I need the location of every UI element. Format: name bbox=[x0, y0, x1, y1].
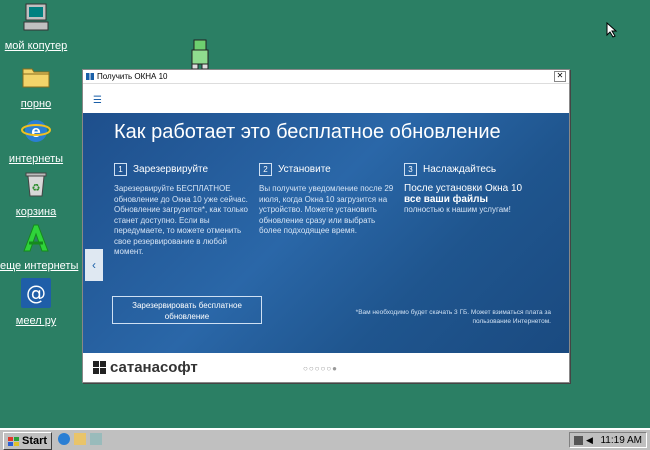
step-install: 2 Установите Вы получите уведомление посл… bbox=[259, 163, 399, 237]
mouse-cursor-icon bbox=[606, 21, 618, 43]
alt-browser-icon bbox=[20, 222, 52, 254]
desktop-icon-mail[interactable]: @ меел ру bbox=[0, 277, 72, 329]
brand-logo-icon bbox=[93, 361, 106, 374]
windows-logo-icon bbox=[86, 73, 94, 80]
chevron-left-icon[interactable]: ‹ bbox=[85, 249, 103, 281]
start-label: Start bbox=[22, 435, 48, 447]
quick-launch bbox=[58, 433, 102, 445]
taskbar: Start ◀ 11:19 AM bbox=[0, 428, 650, 450]
start-button[interactable]: Start bbox=[3, 432, 53, 450]
step-reserve: 1 Зарезервируйте Зарезервируйте БЕСПЛАТНО… bbox=[114, 163, 254, 258]
volume-icon[interactable]: ◀ bbox=[586, 436, 593, 445]
desktop-icon-recycle-bin[interactable]: ♻ корзина bbox=[0, 168, 72, 220]
step-heading: 3 Наслаждайтесь bbox=[404, 163, 544, 176]
system-tray: ◀ 11:19 AM bbox=[569, 432, 647, 448]
menu-icon[interactable]: ☰ bbox=[93, 95, 102, 106]
footnote: *Вам необходимо будет скачать 3 ГБ. Може… bbox=[355, 309, 551, 325]
hero-panel: Как работает это бесплатное обновление 1… bbox=[83, 113, 569, 353]
desktop-icon-label: мой копутер bbox=[4, 40, 68, 52]
svg-text:@: @ bbox=[26, 281, 46, 305]
internet-explorer-icon: e bbox=[20, 115, 52, 147]
mail-at-icon: @ bbox=[20, 277, 52, 309]
step-heading: 1 Зарезервируйте bbox=[114, 163, 254, 176]
desktop-icon-alt-browser[interactable]: еще интернеты bbox=[0, 222, 78, 274]
brand-name: сатанасофт bbox=[110, 359, 198, 376]
windows-flag-icon bbox=[8, 436, 19, 446]
step-enjoy: 3 Наслаждайтесь После установки Окна 10 в… bbox=[404, 163, 544, 216]
computer-icon bbox=[20, 2, 52, 34]
outlook-icon[interactable] bbox=[74, 433, 86, 445]
tray-network-icon[interactable] bbox=[574, 436, 583, 445]
hero-title: Как работает это бесплатное обновление bbox=[114, 121, 501, 143]
recycle-bin-icon: ♻ bbox=[20, 168, 52, 200]
window-footer: сатанасофт ○○○○○● bbox=[83, 353, 569, 382]
internet-explorer-icon[interactable] bbox=[58, 433, 70, 445]
step-heading: 2 Установите bbox=[259, 163, 399, 176]
clock[interactable]: 11:19 AM bbox=[600, 435, 642, 446]
brand: сатанасофт bbox=[93, 359, 198, 376]
carousel-pager[interactable]: ○○○○○● bbox=[303, 364, 338, 373]
desktop-icon-label: еще интернеты bbox=[0, 260, 79, 272]
desktop-icon-label: интернеты bbox=[8, 153, 64, 165]
step-text: После установки Окна 10 все ваши файлы п… bbox=[404, 183, 523, 214]
show-desktop-icon[interactable] bbox=[90, 433, 102, 445]
reserve-free-upgrade-button[interactable]: Зарезервировать бесплатное обновление bbox=[112, 296, 262, 324]
desktop-icon-label: меел ру bbox=[15, 315, 57, 327]
desktop-icon-folder[interactable]: порно bbox=[0, 60, 72, 112]
window-title-bar[interactable]: Получить ОКНА 10 ✕ bbox=[83, 70, 569, 84]
desktop-icon-label: порно bbox=[20, 98, 52, 110]
step-text: Вы получите уведомление после 29 июля, к… bbox=[259, 184, 394, 235]
step-text: Зарезервируйте БЕСПЛАТНОЕ обновление до … bbox=[114, 184, 248, 256]
mascot-icon bbox=[186, 38, 214, 70]
folder-icon bbox=[20, 60, 52, 92]
close-button[interactable]: ✕ bbox=[554, 71, 566, 82]
desktop-icon-label: корзина bbox=[15, 206, 57, 218]
svg-text:♻: ♻ bbox=[32, 183, 41, 194]
desktop-icon-internet[interactable]: e интернеты bbox=[0, 115, 72, 167]
window-title: Получить ОКНА 10 bbox=[97, 72, 168, 81]
desktop-icon-my-computer[interactable]: мой копутер bbox=[0, 2, 72, 54]
get-windows-10-window: Получить ОКНА 10 ✕ ☰ Как работает это бе… bbox=[82, 69, 570, 383]
